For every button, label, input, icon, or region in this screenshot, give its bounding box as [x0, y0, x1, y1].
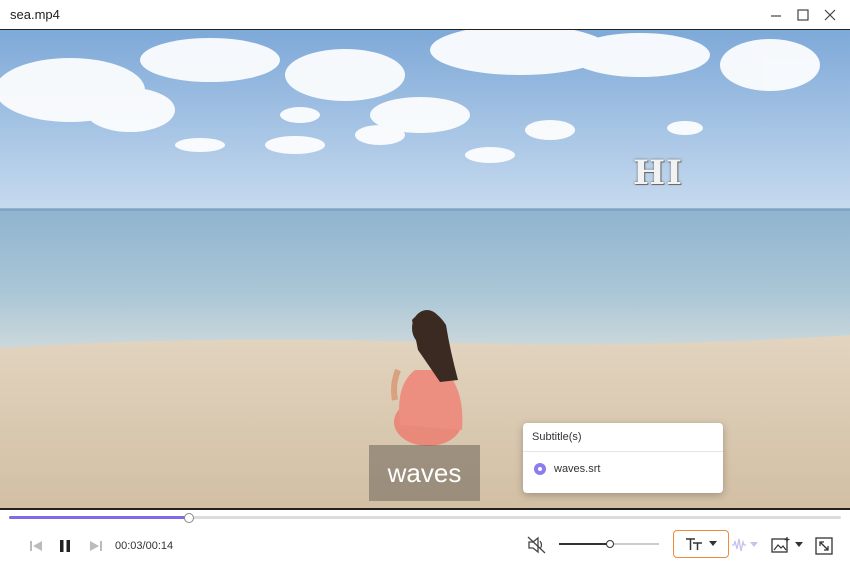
- chevron-down-icon: [795, 542, 803, 548]
- minimize-icon[interactable]: [766, 5, 786, 25]
- subtitle-icon: [685, 536, 703, 552]
- radio-selected-icon[interactable]: [534, 463, 546, 475]
- subtitle-button[interactable]: [673, 530, 729, 558]
- volume-slider[interactable]: [559, 540, 659, 548]
- subtitle-caption: waves: [369, 445, 480, 501]
- pause-icon[interactable]: [56, 537, 74, 555]
- audio-track-icon: [731, 537, 747, 553]
- title-bar: sea.mp4: [0, 0, 850, 30]
- chevron-down-icon: [749, 542, 758, 548]
- time-display: 00:03/00:14: [115, 540, 174, 552]
- progress-thumb[interactable]: [183, 513, 194, 523]
- speaker-muted-icon[interactable]: [526, 535, 548, 555]
- progress-bar[interactable]: [9, 513, 841, 523]
- subtitle-menu-header: Subtitle(s): [523, 423, 723, 452]
- chevron-down-icon: [709, 541, 717, 547]
- volume-thumb[interactable]: [606, 540, 614, 548]
- subtitle-menu: Subtitle(s) waves.srt: [523, 423, 723, 493]
- subtitle-caption-text: waves: [387, 457, 462, 488]
- snapshot-icon: [771, 536, 791, 554]
- volume-fill: [559, 543, 609, 545]
- previous-frame-icon[interactable]: [27, 537, 45, 555]
- window-title: sea.mp4: [10, 7, 60, 22]
- snapshot-button[interactable]: [769, 535, 805, 555]
- subtitle-option-waves[interactable]: waves.srt: [523, 452, 723, 486]
- subtitle-option-label: waves.srt: [554, 463, 601, 475]
- fullscreen-icon[interactable]: [814, 536, 834, 556]
- video-bottom-border: [0, 508, 850, 510]
- close-icon[interactable]: [820, 5, 840, 25]
- maximize-icon[interactable]: [793, 5, 813, 25]
- overlay-text: HI: [633, 153, 684, 193]
- progress-fill: [9, 516, 188, 519]
- next-frame-icon[interactable]: [87, 537, 105, 555]
- audio-track-button[interactable]: [731, 536, 758, 554]
